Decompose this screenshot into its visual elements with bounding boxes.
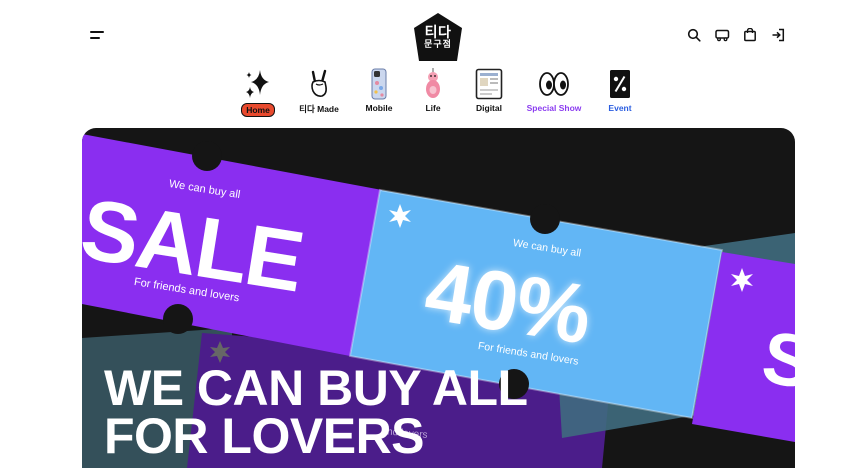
nav-item-mobile[interactable]: Mobile	[362, 67, 396, 117]
nav-item-life[interactable]: Life	[417, 67, 449, 117]
nav-item-digital[interactable]: Digital	[471, 67, 507, 117]
nav-label-special-show: Special Show	[526, 103, 582, 113]
nav-label-digital: Digital	[476, 103, 502, 113]
logo-line2: 문구점	[424, 40, 452, 50]
nav-label-life: Life	[425, 103, 441, 113]
nav-label-tida-made: 티다 Made	[299, 104, 339, 114]
nav-item-special-show[interactable]: Special Show	[526, 67, 582, 117]
eyes-icon	[536, 67, 572, 101]
hero-banner[interactable]: We can buy all SALE For friends and love…	[82, 128, 795, 468]
menu-icon[interactable]	[90, 28, 106, 42]
nav-label-event: Event	[608, 103, 632, 113]
nav-label-home: Home	[241, 103, 275, 117]
phone-case-icon	[361, 67, 397, 101]
login-icon[interactable]	[770, 27, 786, 43]
header-actions	[686, 27, 786, 43]
sparkle-icon	[240, 67, 276, 101]
bag-icon[interactable]	[742, 27, 758, 43]
site-logo[interactable]: 티다 문구점	[413, 12, 463, 62]
tablet-icon	[471, 67, 507, 101]
nav-item-event[interactable]: Event	[602, 67, 638, 117]
hero-headline-line1: WE CAN BUY ALL	[104, 360, 528, 416]
pink-figure-icon	[415, 67, 451, 101]
hero-headline-line2: FOR LOVERS	[104, 408, 425, 464]
category-nav: Home 티다 Made Mobile Life Digital Special…	[0, 67, 868, 117]
hero-headline: WE CAN BUY ALL FOR LOVERS	[104, 360, 528, 464]
nav-item-home[interactable]: Home	[240, 67, 276, 117]
search-icon[interactable]	[686, 27, 702, 43]
logo-line1: 티다	[424, 25, 452, 41]
nav-label-mobile: Mobile	[365, 103, 393, 113]
percent-tag-icon	[602, 67, 638, 101]
nav-item-tida-made[interactable]: 티다 Made	[297, 67, 341, 117]
rock-hand-icon	[301, 67, 337, 101]
page: 티다 문구점 Home 티다 Made Mobile Life Digital …	[0, 0, 868, 468]
delivery-icon[interactable]	[714, 27, 730, 43]
